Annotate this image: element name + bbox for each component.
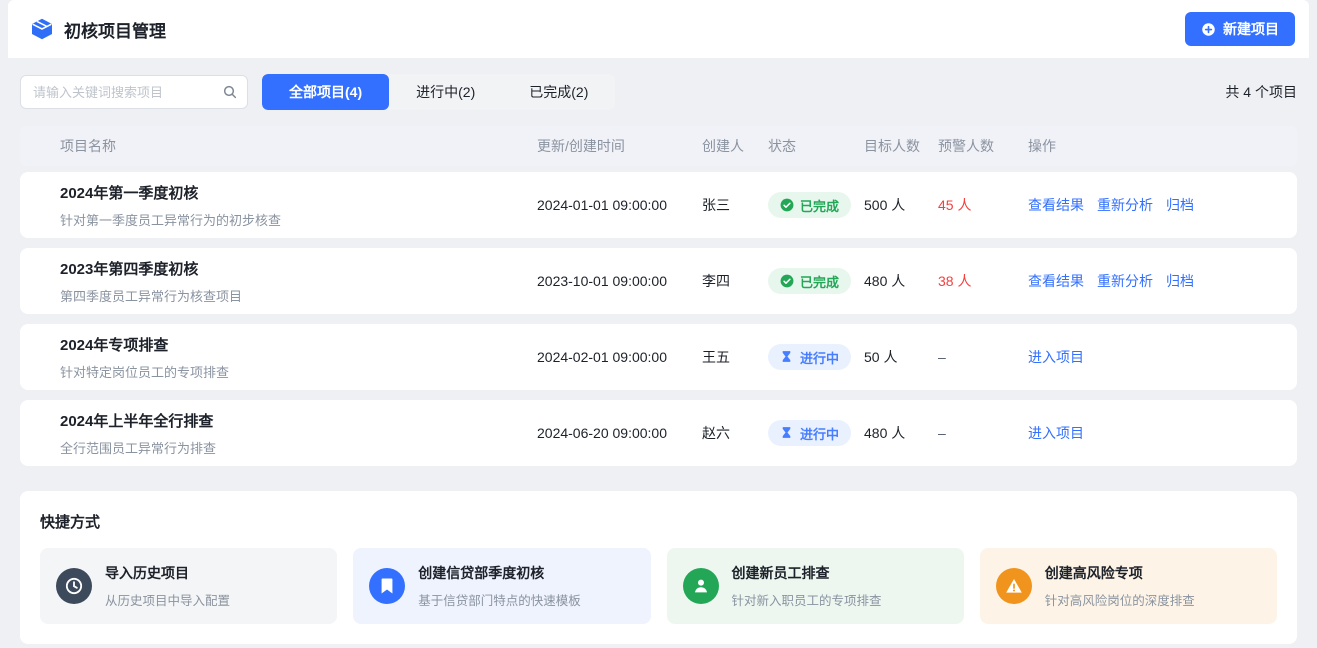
- page-title: 初核项目管理: [64, 17, 166, 42]
- action-link[interactable]: 进入项目: [1028, 423, 1084, 443]
- target-count: 480 人: [864, 423, 938, 443]
- warning-icon: [996, 568, 1032, 604]
- shortcuts-title: 快捷方式: [40, 511, 1277, 532]
- shortcut-card[interactable]: 创建新员工排查 针对新入职员工的专项排查: [667, 548, 964, 624]
- project-description: 针对特定岗位员工的专项排查: [60, 362, 537, 381]
- table-row: 2024年专项排查 针对特定岗位员工的专项排查 2024-02-01 09:00…: [20, 324, 1297, 390]
- col-status: 状态: [768, 136, 864, 156]
- total-count: 共 4 个项目: [1225, 82, 1297, 102]
- filter-tab-1[interactable]: 进行中(2): [389, 74, 502, 110]
- warning-count: 45 人: [938, 195, 1028, 215]
- shortcut-description: 针对新入职员工的专项排查: [732, 590, 882, 609]
- filter-tab-0[interactable]: 全部项目(4): [262, 74, 389, 110]
- shortcuts-section: 快捷方式 导入历史项目 从历史项目中导入配置 创建信贷部季度初核 基于信贷部门特…: [20, 491, 1297, 644]
- action-link[interactable]: 归档: [1166, 271, 1194, 291]
- table-row: 2024年第一季度初核 针对第一季度员工异常行为的初步核查 2024-01-01…: [20, 172, 1297, 238]
- row-actions: 进入项目: [1028, 347, 1277, 367]
- col-warning-count: 预警人数: [938, 136, 1028, 156]
- row-actions: 进入项目: [1028, 423, 1277, 443]
- col-creator: 创建人: [702, 136, 768, 156]
- filter-tabs: 全部项目(4)进行中(2)已完成(2): [262, 74, 615, 110]
- row-actions: 查看结果重新分析归档: [1028, 195, 1277, 215]
- col-target-count: 目标人数: [864, 136, 938, 156]
- clock-icon: [56, 568, 92, 604]
- shortcut-card[interactable]: 创建信贷部季度初核 基于信贷部门特点的快速模板: [353, 548, 650, 624]
- shortcut-card[interactable]: 导入历史项目 从历史项目中导入配置: [40, 548, 337, 624]
- check-circle-icon: [780, 198, 794, 212]
- project-name: 2024年上半年全行排查: [60, 410, 537, 431]
- status-badge: 已完成: [768, 268, 851, 294]
- shortcut-description: 从历史项目中导入配置: [105, 590, 230, 609]
- col-actions: 操作: [1028, 136, 1277, 156]
- shortcut-title: 创建信贷部季度初核: [418, 563, 581, 583]
- search-input[interactable]: [20, 75, 248, 109]
- action-link[interactable]: 重新分析: [1097, 271, 1153, 291]
- table-header: 项目名称 更新/创建时间 创建人 状态 目标人数 预警人数 操作: [20, 126, 1297, 166]
- warning-count: –: [938, 349, 1028, 365]
- project-table: 2024年第一季度初核 针对第一季度员工异常行为的初步核查 2024-01-01…: [20, 172, 1297, 466]
- project-description: 第四季度员工异常行为核查项目: [60, 286, 537, 305]
- action-link[interactable]: 查看结果: [1028, 195, 1084, 215]
- table-row: 2024年上半年全行排查 全行范围员工异常行为排查 2024-06-20 09:…: [20, 400, 1297, 466]
- project-name: 2023年第四季度初核: [60, 258, 537, 279]
- app-cube-logo-icon: [30, 17, 54, 41]
- table-row: 2023年第四季度初核 第四季度员工异常行为核查项目 2023-10-01 09…: [20, 248, 1297, 314]
- action-link[interactable]: 归档: [1166, 195, 1194, 215]
- shortcut-description: 针对高风险岗位的深度排查: [1045, 590, 1195, 609]
- target-count: 50 人: [864, 347, 938, 367]
- project-time: 2023-10-01 09:00:00: [537, 273, 702, 289]
- row-actions: 查看结果重新分析归档: [1028, 271, 1277, 291]
- col-update-time: 更新/创建时间: [537, 136, 702, 156]
- warning-count: 38 人: [938, 271, 1028, 291]
- shortcut-description: 基于信贷部门特点的快速模板: [418, 590, 581, 609]
- project-description: 全行范围员工异常行为排查: [60, 438, 537, 457]
- project-time: 2024-01-01 09:00:00: [537, 197, 702, 213]
- filter-tab-2[interactable]: 已完成(2): [502, 74, 615, 110]
- action-link[interactable]: 查看结果: [1028, 271, 1084, 291]
- warning-count: –: [938, 425, 1028, 441]
- project-description: 针对第一季度员工异常行为的初步核查: [60, 210, 537, 229]
- plus-circle-icon: [1201, 22, 1216, 37]
- project-creator: 赵六: [702, 423, 768, 443]
- project-time: 2024-02-01 09:00:00: [537, 349, 702, 365]
- target-count: 500 人: [864, 195, 938, 215]
- check-circle-icon: [780, 274, 794, 288]
- project-name: 2024年专项排查: [60, 334, 537, 355]
- bookmark-icon: [369, 568, 405, 604]
- hourglass-icon: [780, 350, 794, 364]
- shortcuts-grid: 导入历史项目 从历史项目中导入配置 创建信贷部季度初核 基于信贷部门特点的快速模…: [40, 548, 1277, 624]
- search-icon: [222, 84, 238, 100]
- project-creator: 张三: [702, 195, 768, 215]
- action-link[interactable]: 重新分析: [1097, 195, 1153, 215]
- shortcut-title: 创建高风险专项: [1045, 563, 1195, 583]
- action-link[interactable]: 进入项目: [1028, 347, 1084, 367]
- col-project-name: 项目名称: [40, 136, 537, 156]
- status-badge: 进行中: [768, 344, 851, 370]
- project-creator: 王五: [702, 347, 768, 367]
- project-creator: 李四: [702, 271, 768, 291]
- target-count: 480 人: [864, 271, 938, 291]
- shortcut-card[interactable]: 创建高风险专项 针对高风险岗位的深度排查: [980, 548, 1277, 624]
- page-header: 初核项目管理 新建项目: [8, 0, 1309, 58]
- toolbar: 全部项目(4)进行中(2)已完成(2) 共 4 个项目: [20, 74, 1297, 110]
- project-name: 2024年第一季度初核: [60, 182, 537, 203]
- status-badge: 进行中: [768, 420, 851, 446]
- shortcut-title: 创建新员工排查: [732, 563, 882, 583]
- user-icon: [683, 568, 719, 604]
- project-time: 2024-06-20 09:00:00: [537, 425, 702, 441]
- hourglass-icon: [780, 426, 794, 440]
- new-project-button[interactable]: 新建项目: [1185, 12, 1295, 46]
- shortcut-title: 导入历史项目: [105, 563, 230, 583]
- search-box: [20, 75, 248, 109]
- status-badge: 已完成: [768, 192, 851, 218]
